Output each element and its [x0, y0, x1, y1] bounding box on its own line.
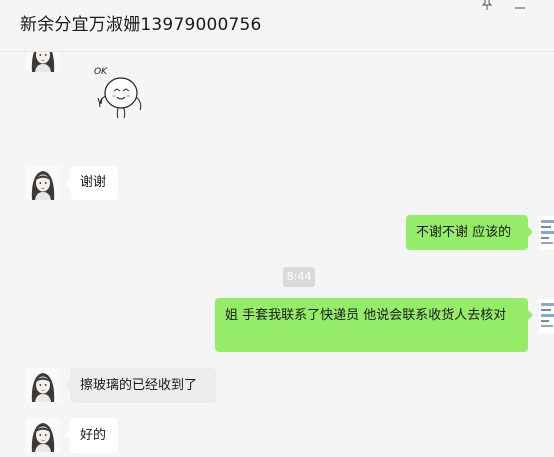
contact-avatar[interactable]	[26, 166, 60, 200]
minimize-icon-glyph	[515, 7, 525, 9]
message-text: 不谢不谢 应该的	[416, 225, 512, 240]
incoming-message[interactable]: 擦玻璃的已经收到了	[65, 368, 216, 403]
incoming-message[interactable]: 谢谢	[65, 166, 118, 200]
sticker-text: OK	[94, 67, 108, 77]
chat-window: 新余分宜万淑姗13979000756 OK 谢谢 不谢不谢 应该的 8:44 姐…	[0, 0, 554, 457]
my-avatar-icon	[539, 299, 554, 333]
ok-sticker-image: OK	[94, 67, 142, 119]
minimize-icon[interactable]	[509, 0, 531, 14]
contact-avatar[interactable]	[26, 368, 60, 402]
chat-title: 新余分宜万淑姗13979000756	[20, 15, 262, 35]
timestamp-chip: 8:44	[283, 267, 315, 287]
incoming-message[interactable]: 好的	[65, 418, 118, 453]
girl-avatar-icon	[26, 52, 60, 72]
message-text: 姐 手套我联系了快递员 他说会联系收货人去核对	[225, 308, 507, 323]
ok-sticker[interactable]: OK	[88, 60, 150, 124]
girl-avatar-icon	[26, 166, 60, 200]
contact-avatar[interactable]	[26, 52, 60, 72]
message-text: 好的	[80, 428, 107, 443]
message-text: 谢谢	[80, 175, 107, 190]
message-list[interactable]: OK 谢谢 不谢不谢 应该的 8:44 姐 手套我联系了快递员 他说会联系收货人…	[0, 52, 554, 457]
girl-avatar-icon	[26, 368, 60, 402]
outgoing-message[interactable]: 不谢不谢 应该的	[406, 215, 533, 250]
outgoing-message[interactable]: 姐 手套我联系了快递员 他说会联系收货人去核对	[215, 298, 533, 352]
pin-icon-glyph	[481, 0, 493, 10]
my-avatar[interactable]	[539, 216, 554, 250]
pin-icon[interactable]	[476, 0, 498, 14]
contact-avatar[interactable]	[26, 418, 60, 452]
my-avatar[interactable]	[539, 299, 554, 333]
chat-header: 新余分宜万淑姗13979000756	[0, 0, 554, 52]
message-text: 擦玻璃的已经收到了	[80, 378, 198, 393]
my-avatar-icon	[539, 216, 554, 250]
girl-avatar-icon	[26, 418, 60, 452]
